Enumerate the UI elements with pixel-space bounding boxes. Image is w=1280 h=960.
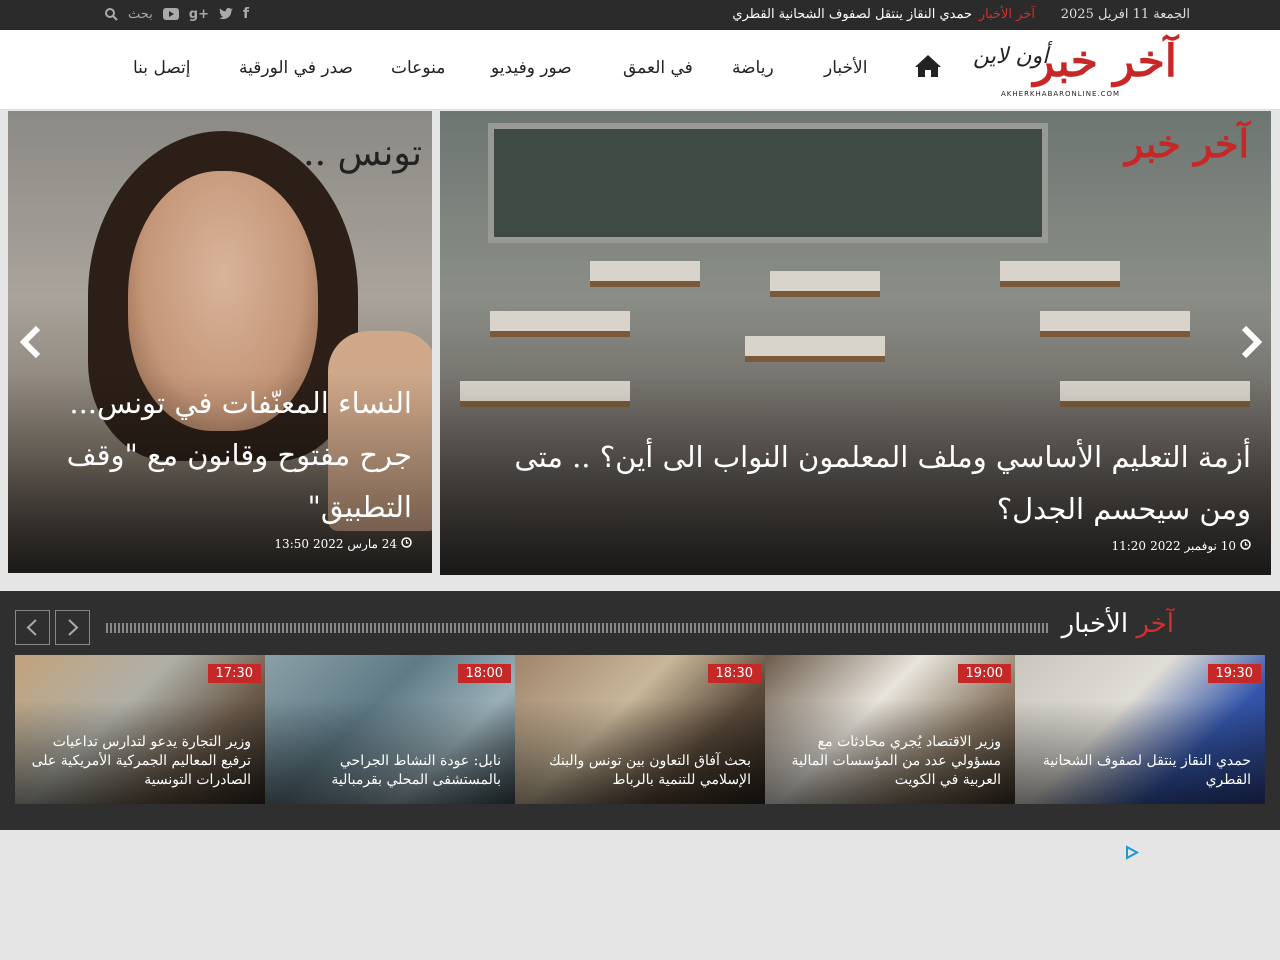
- desk: [1000, 261, 1120, 287]
- news-card-title[interactable]: وزير الاقتصاد يُجري محادثات مع مسؤولي عد…: [775, 733, 1001, 790]
- nav-in-depth[interactable]: في العمق: [623, 58, 693, 78]
- title-divider: [106, 623, 1048, 633]
- slide-title[interactable]: أزمة التعليم الأساسي وملف المعلمون النوا…: [460, 431, 1251, 535]
- nav-sports[interactable]: رياضة: [732, 58, 774, 78]
- search-label[interactable]: بحث: [128, 7, 153, 22]
- image-text: تونس ..: [303, 133, 422, 174]
- logo-url: AKHERKHABARONLINE.COM: [1001, 90, 1121, 98]
- ticker-label: آخر الأخبار: [978, 7, 1035, 22]
- latest-title-main: الأخبار: [1061, 609, 1129, 639]
- latest-prev-button[interactable]: [15, 610, 50, 645]
- slide-meta: 24 مارس 2022 13:50: [274, 537, 412, 551]
- news-card-time: 19:00: [957, 664, 1011, 683]
- nav-news[interactable]: الأخبار: [824, 58, 867, 78]
- news-card[interactable]: 18:30 بحث آفاق التعاون بين تونس والبنك ا…: [515, 655, 765, 804]
- desk: [1040, 311, 1190, 337]
- desk: [490, 311, 630, 337]
- clock-icon: [401, 537, 412, 551]
- news-card-title[interactable]: وزير التجارة يدعو لتدارس تداعيات ترفيع ا…: [25, 733, 251, 790]
- news-card-title[interactable]: نابل: عودة النشاط الجراحي بالمستشفى المح…: [275, 752, 501, 790]
- news-card-time: 19:30: [1207, 664, 1261, 683]
- news-card-time: 17:30: [207, 664, 261, 683]
- clock-icon: [1240, 539, 1251, 553]
- slider-next-arrow-icon[interactable]: [1236, 320, 1266, 364]
- nav-contact[interactable]: إتصل بنا: [133, 58, 191, 78]
- latest-news-cards: 19:30 حمدي النقاز ينتقل لصفوف الشحانية ا…: [15, 655, 1265, 804]
- news-card[interactable]: 17:30 وزير التجارة يدعو لتدارس تداعيات ت…: [15, 655, 265, 804]
- current-date: الجمعة 11 افريل 2025: [1060, 7, 1190, 22]
- news-card[interactable]: 19:30 حمدي النقاز ينتقل لصفوف الشحانية ا…: [1015, 655, 1265, 804]
- slide-title[interactable]: النساء المعنّفات في تونس... جرح مفتوح وق…: [28, 377, 412, 533]
- top-bar: الجمعة 11 افريل 2025 آخر الأخبار حمدي ال…: [0, 0, 1280, 30]
- news-card-title[interactable]: حمدي النقاز ينتقل لصفوف الشحانية القطري: [1025, 752, 1251, 790]
- slider-prev-arrow-icon[interactable]: [16, 320, 46, 364]
- social-links: بحث g+ f: [105, 6, 249, 22]
- nav-photos-videos[interactable]: صور وفيديو: [491, 58, 572, 78]
- twitter-icon[interactable]: [218, 8, 233, 20]
- site-header: آخر خبر أون لاين AKHERKHABARONLINE.COM ا…: [0, 30, 1280, 110]
- watermark-logo: آخر خبر: [1124, 121, 1249, 166]
- ad-choices-icon[interactable]: [1123, 845, 1140, 860]
- desk: [770, 271, 880, 297]
- nav-print-edition[interactable]: صدر في الورقية: [239, 58, 353, 78]
- latest-next-button[interactable]: [55, 610, 90, 645]
- desk: [590, 261, 700, 287]
- latest-news-section: آخر الأخبار 19:30 حمدي النقاز ينتقل لصفو…: [0, 591, 1280, 830]
- site-logo[interactable]: آخر خبر أون لاين AKHERKHABARONLINE.COM: [965, 36, 1177, 98]
- slide-date: 24 مارس 2022: [313, 537, 397, 551]
- slide-time: 13:50: [274, 537, 310, 551]
- featured-slide-education[interactable]: آخر خبر أزمة التعليم الأساسي وملف المعلم…: [440, 111, 1271, 575]
- nav-misc[interactable]: منوعات: [391, 58, 445, 78]
- home-icon[interactable]: [914, 54, 942, 82]
- google-plus-icon[interactable]: g+: [189, 7, 209, 22]
- latest-title-accent: آخر: [1136, 609, 1174, 639]
- search-icon[interactable]: [105, 7, 118, 21]
- news-card[interactable]: 18:00 نابل: عودة النشاط الجراحي بالمستشف…: [265, 655, 515, 804]
- blackboard: [488, 123, 1048, 243]
- logo-sub-text: أون لاين: [973, 44, 1049, 69]
- news-card-time: 18:30: [707, 664, 761, 683]
- logo-main-text: آخر خبر: [1033, 36, 1177, 87]
- news-card[interactable]: 19:00 وزير الاقتصاد يُجري محادثات مع مسؤ…: [765, 655, 1015, 804]
- featured-slide-women[interactable]: تونس .. النساء المعنّفات في تونس... جرح …: [8, 111, 432, 573]
- slide-meta: 10 نوفمبر 2022 11:20: [1111, 539, 1251, 553]
- facebook-icon[interactable]: f: [243, 6, 249, 22]
- slide-date: 10 نوفمبر 2022: [1150, 539, 1236, 553]
- news-card-time: 18:00: [457, 664, 511, 683]
- slide-time: 11:20: [1111, 539, 1147, 553]
- news-card-title[interactable]: بحث آفاق التعاون بين تونس والبنك الإسلام…: [525, 752, 751, 790]
- desk: [745, 336, 885, 362]
- youtube-icon[interactable]: [162, 8, 179, 20]
- ticker-headline[interactable]: حمدي النقاز ينتقل لصفوف الشحانية القطري: [732, 7, 972, 22]
- latest-news-title: آخر الأخبار: [1062, 609, 1174, 639]
